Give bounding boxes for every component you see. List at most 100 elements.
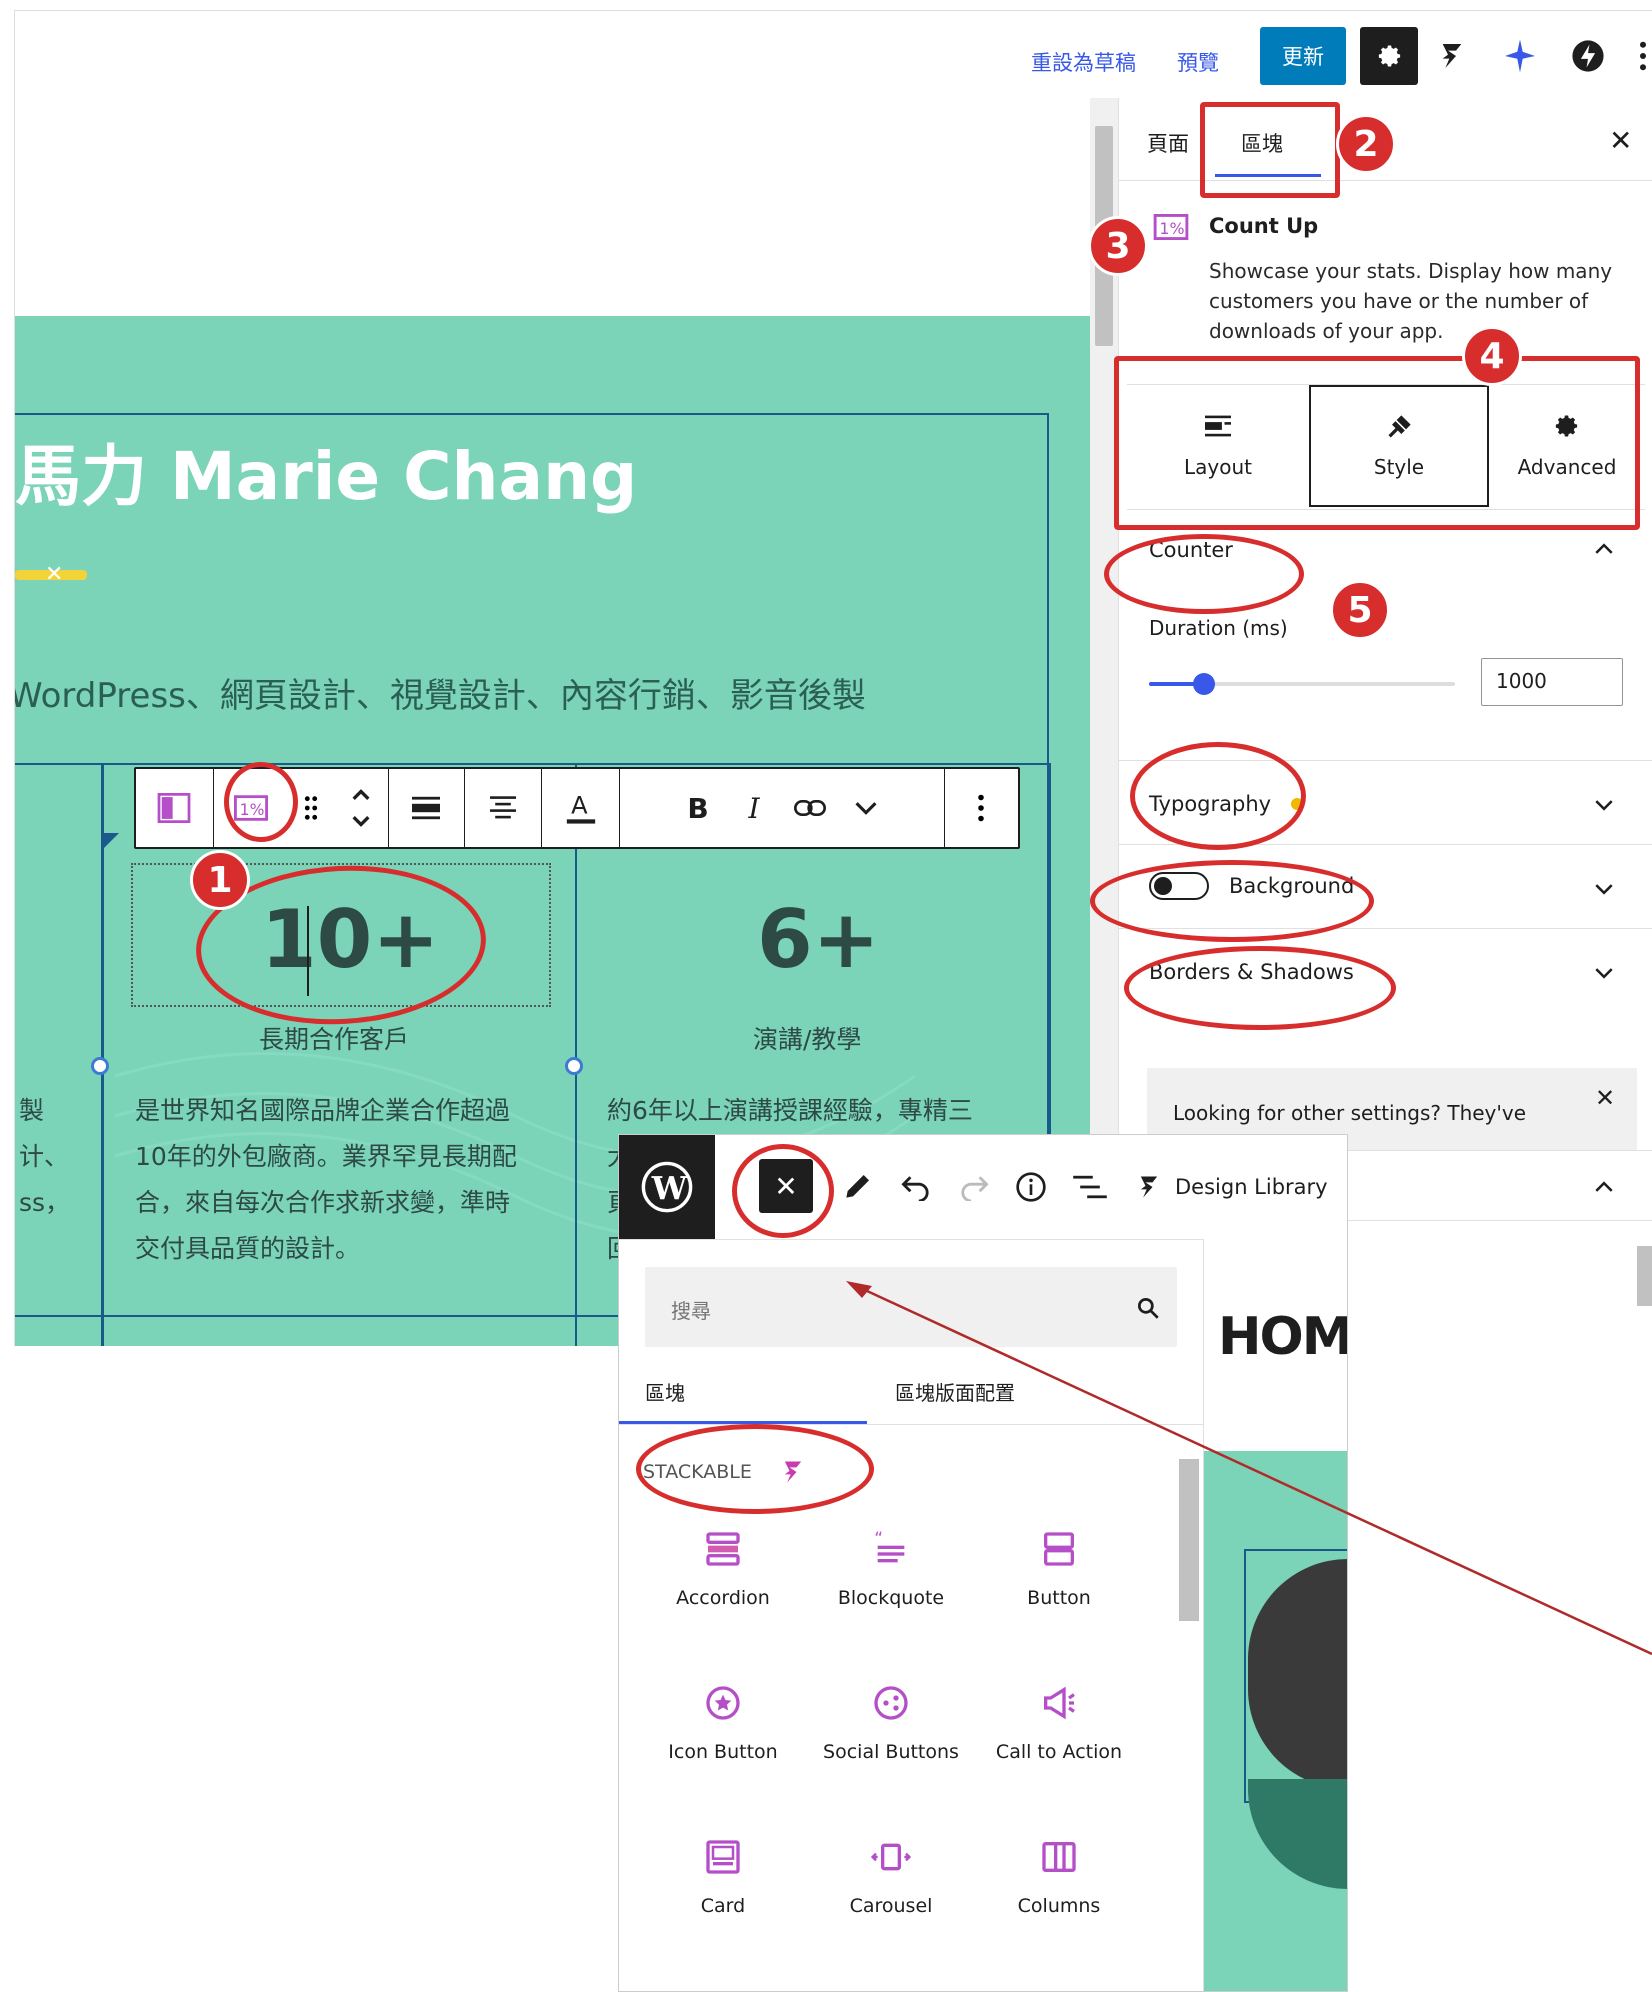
stat-description: 是世界知名國際品牌企業合作超過 10年的外包廠商。業界罕見長期配 合，來自每次合… <box>135 1096 517 1263</box>
link-button[interactable] <box>782 769 838 847</box>
chevron-down-icon[interactable] <box>1595 964 1613 982</box>
block-name: Count Up <box>1209 214 1319 238</box>
block-item-social-buttons[interactable]: Social Buttons <box>807 1683 975 1763</box>
text-color-icon: A <box>566 792 595 824</box>
chevron-down-icon[interactable] <box>1595 796 1613 814</box>
more-options-icon[interactable] <box>1633 35 1652 77</box>
align-center-button[interactable] <box>465 769 543 847</box>
wordpress-icon: W <box>641 1161 693 1213</box>
block-item-label: Social Buttons <box>823 1741 959 1763</box>
sparkle-icon[interactable] <box>1499 35 1541 77</box>
block-style-button[interactable] <box>136 769 214 847</box>
chevron-up-icon[interactable] <box>1595 1178 1613 1196</box>
undo-icon[interactable] <box>899 1173 933 1201</box>
block-item-carousel[interactable]: Carousel <box>807 1837 975 1917</box>
column-left[interactable] <box>15 763 104 1346</box>
divider <box>1119 180 1652 181</box>
resize-handle-left[interactable] <box>91 1057 109 1075</box>
stackable-icon[interactable] <box>1135 1173 1163 1201</box>
duration-input[interactable]: 1000 <box>1481 658 1623 706</box>
revert-to-draft-link[interactable]: 重設為草稿 <box>1031 47 1136 77</box>
block-item-icon-button[interactable]: Icon Button <box>639 1683 807 1763</box>
count-up-icon: 1% <box>1153 214 1189 240</box>
move-up-down[interactable] <box>336 769 386 847</box>
svg-text:W: W <box>651 1170 688 1207</box>
block-item-columns[interactable]: Columns <box>975 1837 1143 1917</box>
svg-text:“: “ <box>874 1529 883 1548</box>
annotation-circle <box>224 762 298 842</box>
annotation-badge-4: 4 <box>1462 326 1522 386</box>
carousel-icon <box>870 1843 912 1871</box>
count-up-value-2[interactable]: 6+ <box>757 893 880 986</box>
more-rich-text-button[interactable] <box>838 769 894 847</box>
inserter-panel: 搜尋 區塊 區塊版面配置 STACKABLE Accordion “Blockqu… <box>619 1239 1204 1991</box>
jetpack-icon[interactable] <box>1567 35 1609 77</box>
svg-text:1%: 1% <box>1159 219 1184 238</box>
tab-patterns[interactable]: 區塊版面配置 <box>895 1377 1015 1406</box>
block-item-card[interactable]: Card <box>639 1837 807 1917</box>
block-item-blockquote[interactable]: “ Blockquote <box>807 1529 975 1609</box>
button-icon <box>1044 1532 1074 1566</box>
block-item-label: Carousel <box>849 1895 933 1917</box>
block-inserter-window: W ✕ Design Library 搜尋 區塊 區塊版面配置 STACKABL… <box>618 1134 1348 1992</box>
block-item-accordion[interactable]: Accordion <box>639 1529 807 1609</box>
align-wide-icon <box>412 796 441 820</box>
annotation-badge-2: 2 <box>1336 114 1396 174</box>
count-up-label: 長期合作客戶 <box>259 1025 410 1054</box>
duration-slider-handle[interactable] <box>1193 673 1216 695</box>
columns-icon <box>1042 1842 1076 1872</box>
redo-icon[interactable] <box>957 1173 991 1201</box>
block-options-button[interactable] <box>945 769 1018 847</box>
more-chevron-icon <box>855 802 877 815</box>
duration-slider[interactable] <box>1149 673 1455 695</box>
inserter-scrollbar[interactable] <box>1179 1459 1199 1621</box>
tab-blocks[interactable]: 區塊 <box>645 1377 685 1406</box>
annotation-badge-1: 1 <box>190 850 250 910</box>
sidebar-scrollbar[interactable] <box>1637 1246 1652 1306</box>
preview-link[interactable]: 預覽 <box>1177 47 1219 77</box>
pencil-icon[interactable] <box>841 1171 873 1203</box>
close-sidebar-icon[interactable]: ✕ <box>1609 124 1632 157</box>
duration-label: Duration (ms) <box>1149 616 1288 640</box>
design-library-button[interactable]: Design Library <box>1175 1175 1328 1199</box>
resize-handle-right[interactable] <box>565 1057 583 1075</box>
tab-page[interactable]: 頁面 <box>1147 128 1189 158</box>
preview-heading: HOME <box>1218 1307 1347 1367</box>
separator-mark: ✕ <box>45 562 64 587</box>
move-up-down-icon <box>352 789 370 827</box>
left-column-text: 製 计、 ss， <box>19 1096 71 1217</box>
annotation-badge-3: 3 <box>1088 216 1148 276</box>
options-icon <box>978 794 985 822</box>
services-line: WordPress、網頁設計、視覺設計、內容行銷、影音後製 <box>14 676 866 716</box>
annotation-box <box>1200 102 1340 198</box>
wordpress-logo[interactable]: W <box>619 1135 715 1239</box>
annotation-badge-5: 5 <box>1330 580 1390 640</box>
annotation-circle <box>732 1144 834 1238</box>
italic-button[interactable]: I <box>726 769 782 847</box>
icon-button-icon <box>706 1686 740 1720</box>
align-center-icon <box>489 796 516 819</box>
settings-button[interactable] <box>1360 27 1418 85</box>
link-icon <box>794 800 826 816</box>
dismiss-notice-icon[interactable]: ✕ <box>1595 1084 1615 1112</box>
list-view-icon[interactable] <box>1073 1173 1107 1201</box>
editor-top-bar: 重設為草稿 預覽 更新 <box>14 10 1652 100</box>
page-title: 馬力 Marie Chang <box>15 438 638 515</box>
update-button[interactable]: 更新 <box>1260 27 1346 85</box>
block-description: Showcase your stats. Display how many cu… <box>1209 259 1613 343</box>
block-item-call-to-action[interactable]: Call to Action <box>975 1683 1143 1763</box>
block-item-label: Blockquote <box>837 1587 945 1609</box>
block-style-icon <box>158 793 191 823</box>
block-item-label: Columns <box>1017 1895 1101 1917</box>
bold-button[interactable]: B <box>670 769 726 847</box>
stackable-icon[interactable] <box>1431 35 1473 77</box>
text-color-button[interactable]: A <box>542 769 621 847</box>
search-input[interactable]: 搜尋 <box>645 1267 1177 1347</box>
chevron-up-icon[interactable] <box>1595 540 1613 558</box>
info-icon[interactable] <box>1015 1171 1047 1203</box>
accordion-icon <box>706 1532 740 1566</box>
chevron-down-icon[interactable] <box>1595 880 1613 898</box>
align-wide-button[interactable] <box>389 769 465 847</box>
count-up-label-2: 演講/教學 <box>753 1025 862 1054</box>
block-item-button[interactable]: Button <box>975 1529 1143 1609</box>
